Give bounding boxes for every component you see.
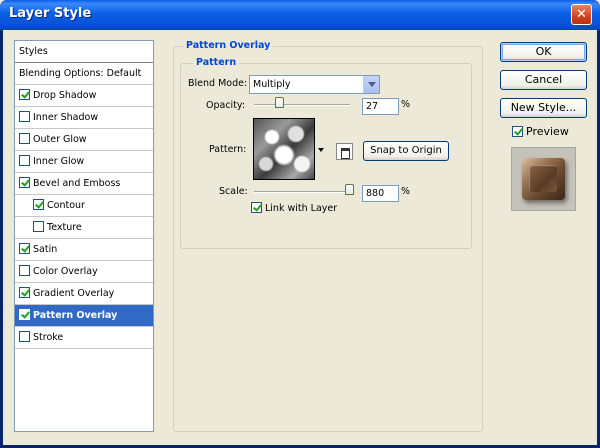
link-with-layer-label: Link with Layer bbox=[265, 203, 338, 214]
styles-list-item-label: Inner Shadow bbox=[33, 112, 99, 123]
preview-thumbnail bbox=[522, 158, 565, 200]
styles-list-item-label: Drop Shadow bbox=[33, 90, 97, 101]
blend-mode-select[interactable]: Multiply bbox=[249, 75, 380, 94]
checkbox-icon[interactable] bbox=[19, 309, 30, 320]
styles-list-item[interactable]: Blending Options: Default bbox=[15, 63, 153, 85]
pattern-label: Pattern: bbox=[209, 144, 247, 155]
styles-list-item-label: Inner Glow bbox=[33, 156, 85, 167]
opacity-slider-thumb[interactable] bbox=[274, 97, 284, 108]
styles-list-item-label: Stroke bbox=[33, 332, 64, 343]
styles-list-item-label: Contour bbox=[47, 200, 85, 211]
checkbox-icon[interactable] bbox=[19, 155, 30, 166]
ok-button[interactable]: OK bbox=[500, 42, 587, 62]
styles-list-item-label: Pattern Overlay bbox=[33, 310, 118, 321]
opacity-input[interactable]: 27 bbox=[362, 98, 399, 115]
opacity-slider-track[interactable] bbox=[254, 104, 350, 106]
styles-list-item[interactable]: Styles bbox=[15, 41, 153, 63]
opacity-percent-sign: % bbox=[401, 99, 411, 110]
styles-list-item[interactable]: Outer Glow bbox=[15, 129, 153, 151]
preview-label: Preview bbox=[526, 125, 569, 138]
styles-list-item-label: Blending Options: Default bbox=[19, 68, 142, 79]
close-button[interactable]: ✕ bbox=[571, 4, 592, 25]
styles-list-item[interactable]: Satin bbox=[15, 239, 153, 261]
checkbox-icon[interactable] bbox=[19, 89, 30, 100]
styles-list-item[interactable]: Contour bbox=[15, 195, 153, 217]
styles-list-item[interactable]: Bevel and Emboss bbox=[15, 173, 153, 195]
close-icon: ✕ bbox=[576, 7, 587, 22]
checkbox-icon[interactable] bbox=[19, 177, 30, 188]
blend-mode-value: Multiply bbox=[253, 79, 291, 90]
checkbox-icon[interactable] bbox=[33, 221, 44, 232]
styles-list-item-label: Bevel and Emboss bbox=[33, 178, 121, 189]
styles-list-item[interactable]: Inner Glow bbox=[15, 151, 153, 173]
dialog-client: Styles Blending Options: Default Drop Shad… bbox=[3, 30, 597, 445]
opacity-label: Opacity: bbox=[206, 100, 246, 111]
scale-slider-thumb[interactable] bbox=[345, 184, 354, 195]
styles-list-item[interactable]: Inner Shadow bbox=[15, 107, 153, 129]
styles-list-item[interactable]: Texture bbox=[15, 217, 153, 239]
scale-label: Scale: bbox=[219, 186, 248, 197]
new-style-button[interactable]: New Style... bbox=[500, 98, 587, 118]
scale-input[interactable]: 880 bbox=[362, 185, 399, 202]
checkbox-icon[interactable] bbox=[19, 265, 30, 276]
styles-list-item-label: Styles bbox=[19, 46, 48, 57]
blend-mode-label: Blend Mode: bbox=[188, 78, 248, 89]
chevron-down-icon[interactable] bbox=[316, 142, 325, 160]
link-with-layer-checkbox[interactable]: Link with Layer bbox=[251, 202, 337, 214]
checkbox-icon[interactable] bbox=[19, 287, 30, 298]
checkbox-icon[interactable] bbox=[19, 133, 30, 144]
checkbox-icon[interactable] bbox=[251, 202, 262, 213]
styles-list-item[interactable]: Gradient Overlay bbox=[15, 283, 153, 305]
styles-list-item-label: Color Overlay bbox=[33, 266, 98, 277]
preview-checkbox[interactable]: Preview bbox=[512, 125, 569, 138]
scale-slider-track[interactable] bbox=[254, 191, 350, 193]
checkbox-icon[interactable] bbox=[512, 126, 523, 137]
pattern-overlay-group-title: Pattern Overlay bbox=[183, 40, 274, 51]
style-preview bbox=[511, 147, 576, 211]
styles-list-item-label: Gradient Overlay bbox=[33, 288, 115, 299]
window-title: Layer Style bbox=[9, 6, 92, 21]
checkbox-icon[interactable] bbox=[33, 199, 44, 210]
chevron-down-icon[interactable] bbox=[363, 76, 379, 93]
checkbox-icon[interactable] bbox=[19, 243, 30, 254]
pattern-subgroup-title: Pattern bbox=[193, 57, 240, 68]
layer-style-window: Layer Style ✕ Styles Blending Options: De… bbox=[0, 0, 600, 448]
scale-percent-sign: % bbox=[401, 186, 411, 197]
styles-list: Styles Blending Options: Default Drop Shad… bbox=[14, 40, 154, 432]
styles-list-item-label: Texture bbox=[47, 222, 82, 233]
checkbox-icon[interactable] bbox=[19, 331, 30, 342]
new-preset-icon[interactable] bbox=[336, 143, 353, 160]
styles-list-item-label: Satin bbox=[33, 244, 58, 255]
styles-list-item[interactable]: Stroke bbox=[15, 327, 153, 349]
checkbox-icon[interactable] bbox=[19, 111, 30, 122]
pattern-swatch-icon[interactable] bbox=[253, 118, 315, 180]
styles-list-item[interactable]: Pattern Overlay bbox=[15, 305, 153, 327]
styles-list-item[interactable]: Color Overlay bbox=[15, 261, 153, 283]
cancel-button[interactable]: Cancel bbox=[500, 70, 587, 90]
title-bar[interactable]: Layer Style ✕ bbox=[0, 0, 600, 30]
snap-to-origin-button[interactable]: Snap to Origin bbox=[363, 141, 449, 161]
styles-list-item-label: Outer Glow bbox=[33, 134, 87, 145]
styles-list-item[interactable]: Drop Shadow bbox=[15, 85, 153, 107]
